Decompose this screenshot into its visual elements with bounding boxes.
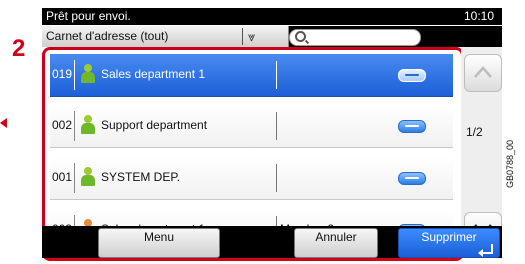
chevron-up-icon (474, 66, 492, 78)
search-icon (295, 31, 306, 42)
page-indicator: 1/2 (466, 125, 483, 139)
person-icon (81, 167, 95, 187)
callout-arrow-icon (0, 118, 7, 128)
row-divider (276, 164, 277, 192)
list-item[interactable]: 001 SYSTEM DEP. (50, 157, 453, 200)
row-divider (74, 111, 75, 141)
delete-button[interactable]: Supprimer (398, 228, 500, 258)
person-icon (81, 64, 95, 84)
entry-number: 019 (52, 67, 73, 81)
search-input[interactable] (289, 29, 421, 46)
address-list: 019 Sales department 1 002 Support depar… (50, 54, 454, 252)
row-divider (276, 61, 277, 89)
person-icon (81, 115, 95, 135)
address-book-label: Carnet d'adresse (tout) (46, 29, 169, 43)
entry-name: Support department (101, 118, 208, 132)
entry-number: 002 (52, 118, 73, 132)
address-bar: Carnet d'adresse (tout) ⩔ (42, 26, 502, 47)
menu-button[interactable]: Menu (98, 228, 220, 258)
detail-button[interactable] (398, 69, 426, 82)
list-item[interactable]: 019 Sales department 1 (50, 54, 453, 97)
cancel-button[interactable]: Annuler (294, 228, 378, 258)
scroll-panel (461, 47, 502, 255)
delete-label: Supprimer (421, 230, 477, 244)
figure-code: GB0788_00 (505, 139, 515, 188)
list-item[interactable]: 002 Support department (50, 105, 453, 148)
clock: 10:10 (463, 9, 494, 23)
enter-icon (478, 244, 493, 257)
entry-number: 001 (52, 170, 73, 184)
detail-button[interactable] (398, 120, 426, 133)
status-bar: Prêt pour envoi. 10:10 (42, 8, 502, 25)
chevron-down-icon[interactable]: ⩔ (248, 26, 255, 47)
step-number: 2 (12, 35, 26, 62)
footer-bar: Menu Annuler Supprimer (42, 226, 502, 258)
entry-name: Sales department 1 (101, 67, 206, 81)
row-divider (74, 60, 75, 90)
selector-divider (242, 28, 243, 45)
scroll-up-button[interactable] (464, 54, 502, 92)
row-divider (276, 112, 277, 140)
entry-name: SYSTEM DEP. (101, 170, 181, 184)
address-book-selector[interactable]: Carnet d'adresse (tout) ⩔ (42, 26, 289, 47)
detail-button[interactable] (398, 172, 426, 185)
status-message: Prêt pour envoi. (46, 9, 131, 23)
row-divider (74, 163, 75, 193)
